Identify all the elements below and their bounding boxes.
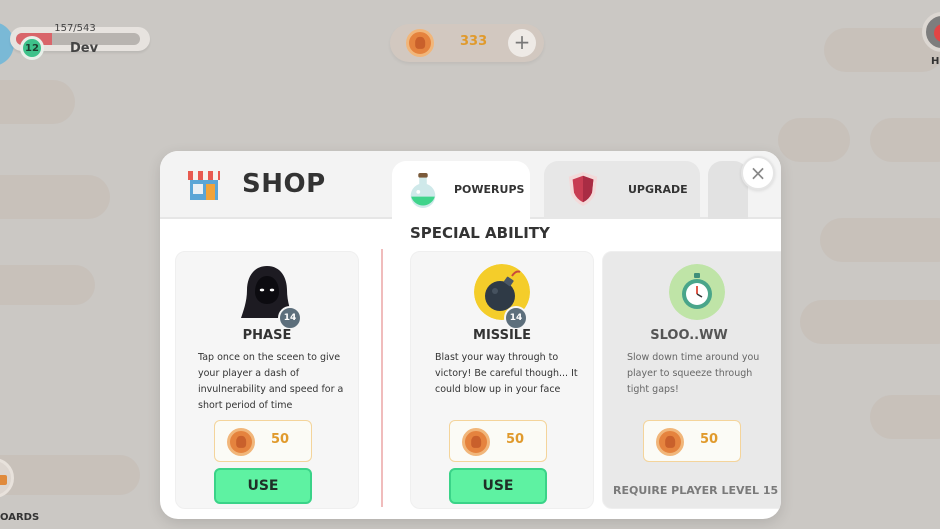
price-value: 50 bbox=[700, 432, 719, 447]
level-requirement: REQUIRE PLAYER LEVEL 15 bbox=[613, 484, 779, 497]
price-box: 50 bbox=[449, 420, 547, 462]
ability-description: Blast your way through to victory! Be ca… bbox=[435, 352, 578, 395]
tab-upgrade[interactable]: UPGRADE bbox=[544, 161, 700, 219]
coin-counter: 333 + bbox=[390, 24, 544, 62]
background-streak bbox=[800, 300, 940, 344]
ability-name: SLOO..WW bbox=[650, 328, 728, 343]
section-title: SPECIAL ABILITY bbox=[410, 224, 550, 242]
background-streak bbox=[778, 118, 850, 162]
background-streak bbox=[0, 175, 110, 219]
coin-icon bbox=[656, 428, 684, 456]
coin-icon bbox=[462, 428, 490, 456]
xp-text: 157/543 bbox=[54, 23, 96, 34]
level-badge: 12 bbox=[20, 36, 44, 60]
shop-dialog: SHOP POWERUPS UPGRADE × SPECIAL ABILITY … bbox=[160, 151, 781, 519]
price-value: 50 bbox=[271, 432, 290, 447]
player-name: Dev bbox=[70, 41, 99, 56]
ability-description: Tap once on the sceen to give your playe… bbox=[198, 352, 344, 411]
ability-level-badge: 14 bbox=[504, 306, 528, 330]
background-streak bbox=[820, 218, 940, 262]
potion-icon bbox=[410, 173, 436, 208]
shop-title: SHOP bbox=[242, 169, 326, 199]
tab-upgrade-label: UPGRADE bbox=[628, 183, 688, 196]
ability-description: Slow down time around you player to sque… bbox=[627, 352, 760, 395]
stopwatch-icon bbox=[669, 264, 725, 320]
background-streak bbox=[870, 395, 940, 439]
leaderboards-label: OARDS bbox=[0, 512, 40, 523]
card-divider bbox=[381, 249, 383, 507]
price-value: 50 bbox=[506, 432, 525, 447]
ability-name: PHASE bbox=[242, 328, 292, 343]
coin-icon bbox=[406, 29, 434, 57]
background-streak bbox=[0, 455, 140, 495]
coin-count: 333 bbox=[460, 34, 488, 49]
powerup-card-missile: 14 MISSILE Blast your way through to vic… bbox=[410, 251, 594, 509]
coin-icon bbox=[227, 428, 255, 456]
close-button[interactable]: × bbox=[741, 156, 775, 190]
price-box: 50 bbox=[214, 420, 312, 462]
add-coins-button[interactable]: + bbox=[508, 29, 536, 57]
price-box: 50 bbox=[643, 420, 741, 462]
ability-level-badge: 14 bbox=[278, 306, 302, 330]
powerup-card-slow: SLOO..WW Slow down time around you playe… bbox=[602, 251, 781, 509]
use-button[interactable]: USE bbox=[449, 468, 547, 504]
tab-powerups[interactable]: POWERUPS bbox=[392, 161, 530, 219]
store-icon bbox=[188, 171, 220, 200]
powerup-card-phase: 14 PHASE Tap once on the sceen to give y… bbox=[175, 251, 359, 509]
tab-powerups-label: POWERUPS bbox=[454, 183, 525, 196]
ability-name: MISSILE bbox=[473, 328, 531, 343]
background-streak bbox=[870, 118, 940, 162]
background-streak bbox=[0, 265, 95, 305]
top-right-label: H bbox=[931, 56, 940, 67]
shield-icon bbox=[568, 172, 598, 206]
background-streak bbox=[0, 80, 75, 124]
use-button[interactable]: USE bbox=[214, 468, 312, 504]
